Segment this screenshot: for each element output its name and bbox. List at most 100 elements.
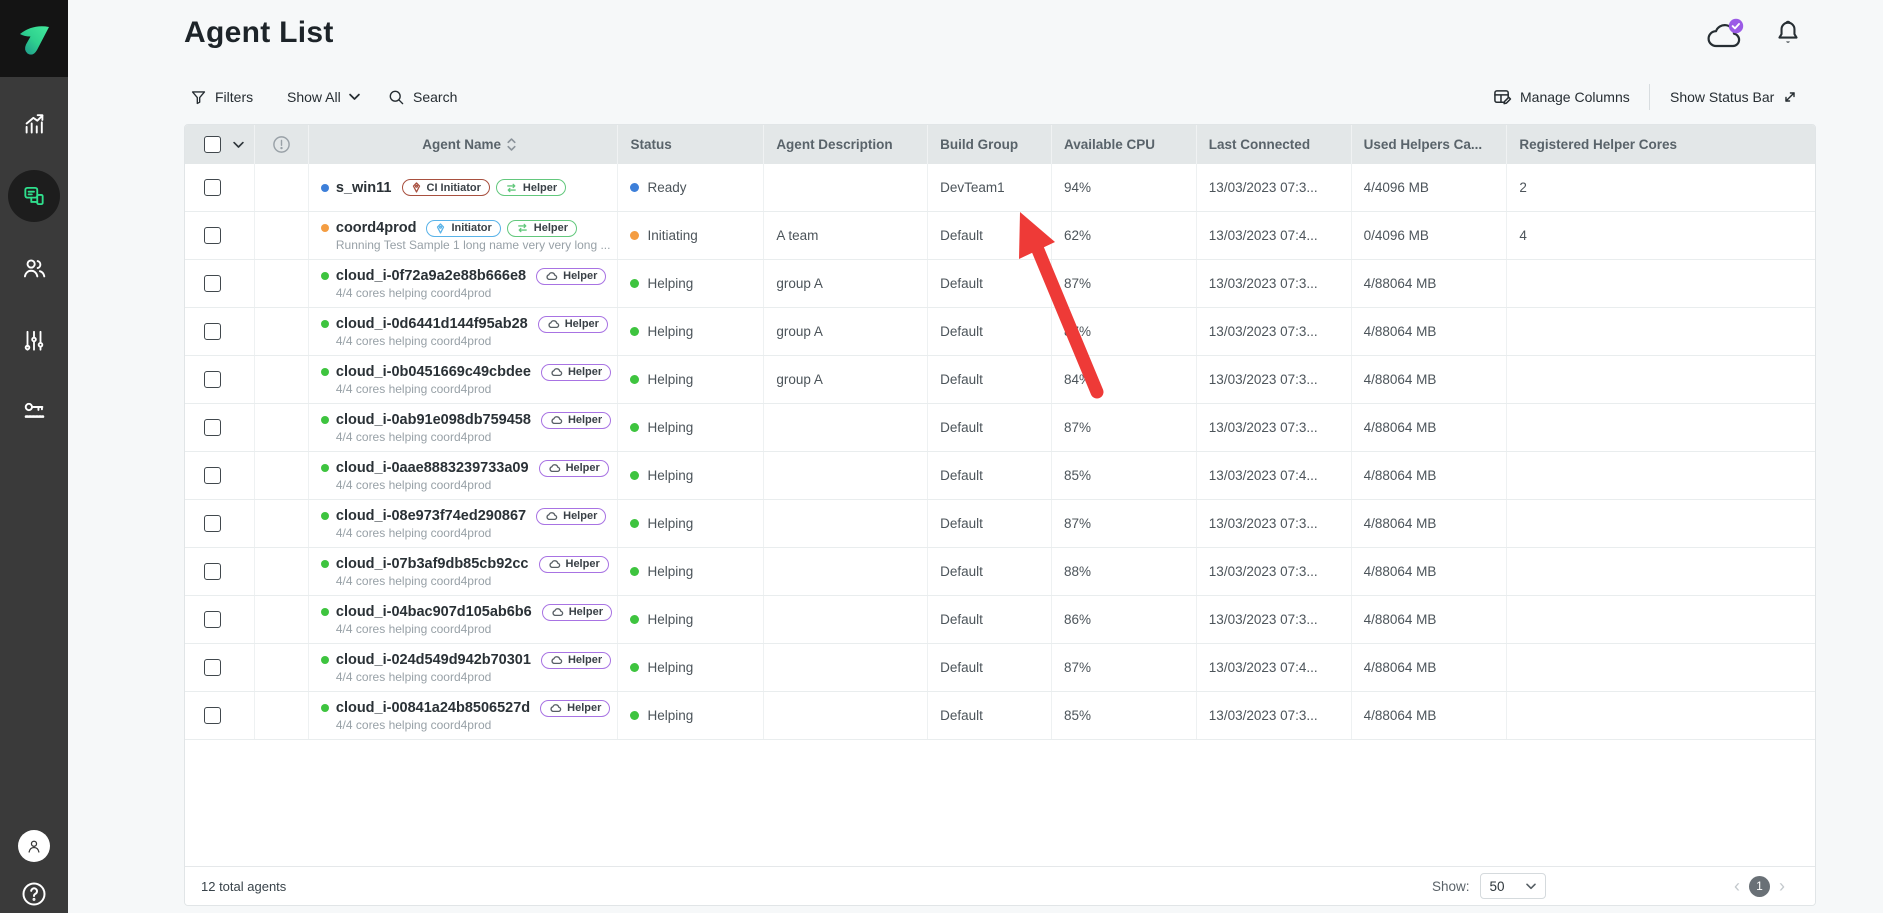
table-row[interactable]: s_win11 CI Initiator Helper Ready [185, 164, 1815, 212]
build-group-cell: Default [928, 260, 1052, 307]
registered-cores-cell: 2 [1507, 164, 1815, 211]
description-cell [764, 692, 928, 739]
table-row[interactable]: cloud_i-00841a24b8506527d Helper 4/4 cor… [185, 692, 1815, 740]
table-row[interactable]: cloud_i-024d549d942b70301 Helper 4/4 cor… [185, 644, 1815, 692]
agent-subtitle: 4/4 cores helping coord4prod [336, 286, 491, 300]
select-all-checkbox[interactable] [204, 136, 221, 153]
sidebar-item-account[interactable] [0, 830, 68, 862]
agent-subtitle: 4/4 cores helping coord4prod [336, 718, 491, 732]
prev-page-button[interactable]: ‹ [1734, 877, 1740, 895]
sidebar-item-help[interactable] [0, 880, 68, 908]
sidebar-item-license[interactable] [0, 398, 68, 425]
table-row[interactable]: cloud_i-0aae8883239733a09 Helper 4/4 cor… [185, 452, 1815, 500]
agent-badge: Helper [539, 460, 609, 477]
table-row[interactable]: cloud_i-0d6441d144f95ab28 Helper 4/4 cor… [185, 308, 1815, 356]
search-button[interactable]: Search [388, 84, 457, 110]
show-all-dropdown[interactable]: Show All [287, 84, 360, 110]
status-dot [630, 615, 639, 624]
table-row[interactable]: cloud_i-04bac907d105ab6b6 Helper 4/4 cor… [185, 596, 1815, 644]
sidebar-item-agents[interactable] [0, 170, 68, 222]
used-helpers-cell: 4/88064 MB [1352, 548, 1508, 595]
status-label: Helping [647, 708, 693, 723]
show-status-bar-button[interactable]: Show Status Bar [1670, 84, 1798, 110]
status-label: Helping [647, 516, 693, 531]
row-checkbox[interactable] [204, 275, 221, 292]
sidebar-item-users[interactable] [0, 255, 68, 282]
row-checkbox[interactable] [204, 611, 221, 628]
row-alert-cell [255, 404, 309, 451]
cloud-status-button[interactable] [1705, 16, 1747, 59]
available-cpu-cell: 87% [1052, 500, 1197, 547]
brand-logo[interactable] [0, 0, 68, 77]
row-checkbox[interactable] [204, 227, 221, 244]
agent-name: cloud_i-0aae8883239733a09 [336, 460, 529, 476]
column-header-registered-helper-cores[interactable]: Registered Helper Cores [1507, 125, 1815, 164]
status-cell: Ready [618, 164, 764, 211]
agent-badge: Helper [542, 604, 612, 621]
available-cpu-cell: 87% [1052, 404, 1197, 451]
table-header-row: Agent Name Status Agent Description Buil… [185, 125, 1815, 164]
next-page-button[interactable]: › [1779, 877, 1785, 895]
badge-label: CI Initiator [427, 182, 481, 194]
used-helpers-cell: 4/88064 MB [1352, 644, 1508, 691]
agents-icon [21, 183, 47, 209]
agent-dot [321, 368, 329, 376]
column-header-available-cpu[interactable]: Available CPU [1052, 125, 1197, 164]
row-checkbox[interactable] [204, 515, 221, 532]
row-checkbox[interactable] [204, 467, 221, 484]
row-checkbox[interactable] [204, 707, 221, 724]
row-checkbox[interactable] [204, 659, 221, 676]
table-row[interactable]: coord4prod Initiator Helper Running Test… [185, 212, 1815, 260]
current-page-badge[interactable]: 1 [1749, 876, 1770, 897]
column-header-status[interactable]: Status [618, 125, 764, 164]
row-checkbox[interactable] [204, 371, 221, 388]
header-select-all [185, 125, 255, 164]
last-connected-cell: 13/03/2023 07:3... [1197, 500, 1352, 547]
table-row[interactable]: cloud_i-0f72a9a2e88b666e8 Helper 4/4 cor… [185, 260, 1815, 308]
select-menu-chevron-icon[interactable] [233, 141, 244, 149]
agent-badges: Helper [542, 604, 612, 621]
column-header-build-group[interactable]: Build Group [928, 125, 1052, 164]
notifications-button[interactable] [1774, 19, 1802, 54]
description-cell [764, 596, 928, 643]
row-checkbox[interactable] [204, 323, 221, 340]
row-checkbox[interactable] [204, 179, 221, 196]
row-checkbox[interactable] [204, 563, 221, 580]
used-helpers-cell: 4/88064 MB [1352, 692, 1508, 739]
status-label: Helping [647, 372, 693, 387]
agents-table: Agent Name Status Agent Description Buil… [184, 124, 1816, 906]
agent-subtitle: 4/4 cores helping coord4prod [336, 334, 491, 348]
agent-name-cell: s_win11 CI Initiator Helper [309, 164, 619, 211]
manage-columns-button[interactable]: Manage Columns [1493, 84, 1630, 110]
last-connected-cell: 13/03/2023 07:3... [1197, 356, 1352, 403]
column-header-last-connected[interactable]: Last Connected [1197, 125, 1352, 164]
available-cpu-cell: 85% [1052, 452, 1197, 499]
agent-name: coord4prod [336, 220, 417, 236]
status-dot [630, 471, 639, 480]
badge-label: Helper [534, 222, 568, 234]
column-label: Build Group [940, 137, 1018, 152]
row-checkbox[interactable] [204, 419, 221, 436]
description-cell [764, 500, 928, 547]
alert-circle-icon [272, 135, 291, 154]
table-row[interactable]: cloud_i-08e973f74ed290867 Helper 4/4 cor… [185, 500, 1815, 548]
cloud-icon [548, 559, 561, 569]
sort-icon[interactable] [507, 138, 516, 151]
sidebar-item-analytics[interactable] [0, 110, 68, 137]
table-row[interactable]: cloud_i-0ab91e098db759458 Helper 4/4 cor… [185, 404, 1815, 452]
agent-dot [321, 704, 329, 712]
column-header-description[interactable]: Agent Description [764, 125, 928, 164]
cloud-icon [549, 703, 562, 713]
table-row[interactable]: cloud_i-07b3af9db85cb92cc Helper 4/4 cor… [185, 548, 1815, 596]
person-icon [25, 837, 43, 855]
sidebar-item-settings[interactable] [0, 328, 68, 354]
column-header-used-helpers[interactable]: Used Helpers Ca... [1352, 125, 1508, 164]
available-cpu-cell: 86% [1052, 596, 1197, 643]
description-cell: group A [764, 308, 928, 355]
row-alert-cell [255, 260, 309, 307]
column-header-agent-name[interactable]: Agent Name [309, 125, 619, 164]
page-size-select[interactable]: 50 [1480, 873, 1546, 899]
cloud-icon [550, 655, 563, 665]
filters-button[interactable]: Filters [190, 84, 253, 110]
table-row[interactable]: cloud_i-0b0451669c49cbdee Helper 4/4 cor… [185, 356, 1815, 404]
